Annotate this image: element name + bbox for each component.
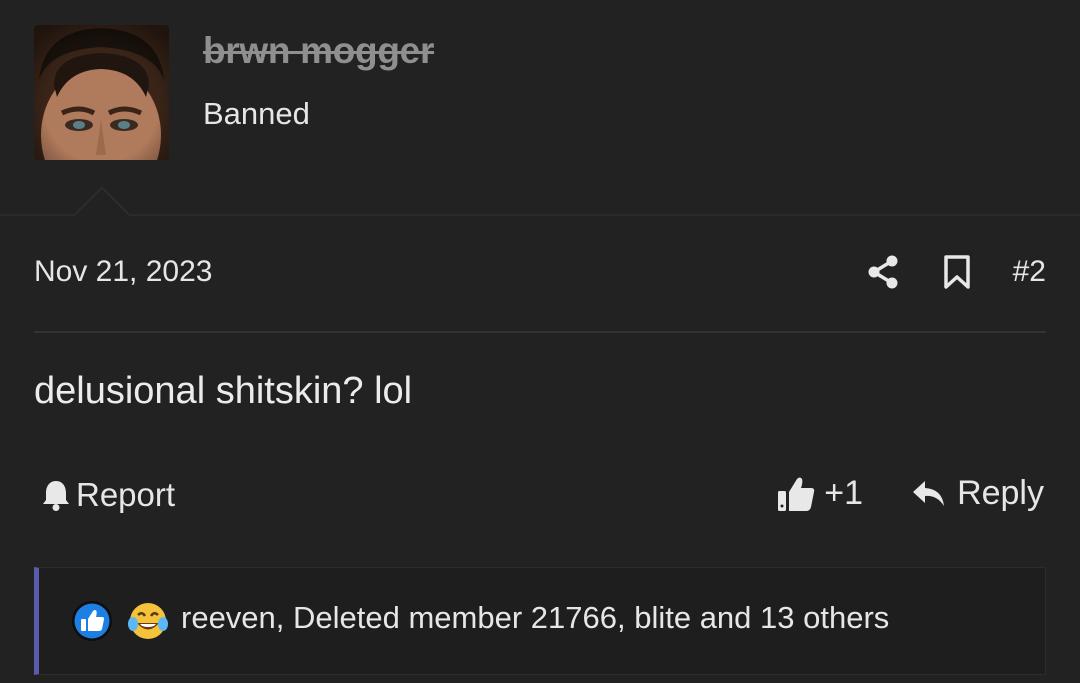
reaction-summary[interactable]: reeven, Deleted member 21766, blite and … — [181, 600, 889, 636]
header-divider — [0, 214, 1080, 216]
post-divider — [34, 331, 1046, 333]
thumbs-up-icon — [778, 477, 815, 511]
bookmark-icon[interactable] — [939, 252, 975, 292]
report-button[interactable]: Report — [40, 476, 175, 514]
laughing-crying-reaction-icon — [127, 600, 169, 642]
avatar-image — [34, 25, 169, 160]
like-reaction-icon — [71, 600, 113, 642]
post-tools: #2 — [865, 252, 1046, 292]
share-icon[interactable] — [865, 252, 901, 292]
user-title: Banned — [203, 96, 310, 131]
bell-icon — [43, 481, 69, 511]
post-number-link[interactable]: #2 — [1013, 255, 1046, 289]
username[interactable]: brwn mogger — [203, 30, 434, 72]
like-label: +1 — [824, 474, 864, 512]
report-label: Report — [76, 476, 176, 513]
reactions-bar[interactable]: reeven, Deleted member 21766, blite and … — [34, 567, 1046, 675]
like-button[interactable]: +1 — [776, 474, 863, 513]
header-pointer-inner — [75, 189, 129, 216]
reply-icon — [913, 480, 945, 506]
reply-button[interactable]: Reply — [911, 474, 1044, 513]
post-body: delusional shitskin? lol — [34, 370, 413, 412]
reply-label: Reply — [957, 474, 1044, 512]
user-header: brwn mogger Banned — [0, 0, 1080, 215]
post-actions: +1 Reply — [776, 474, 1044, 513]
avatar[interactable] — [34, 25, 169, 160]
post-date[interactable]: Nov 21, 2023 — [34, 255, 212, 289]
reaction-icons — [71, 600, 183, 642]
